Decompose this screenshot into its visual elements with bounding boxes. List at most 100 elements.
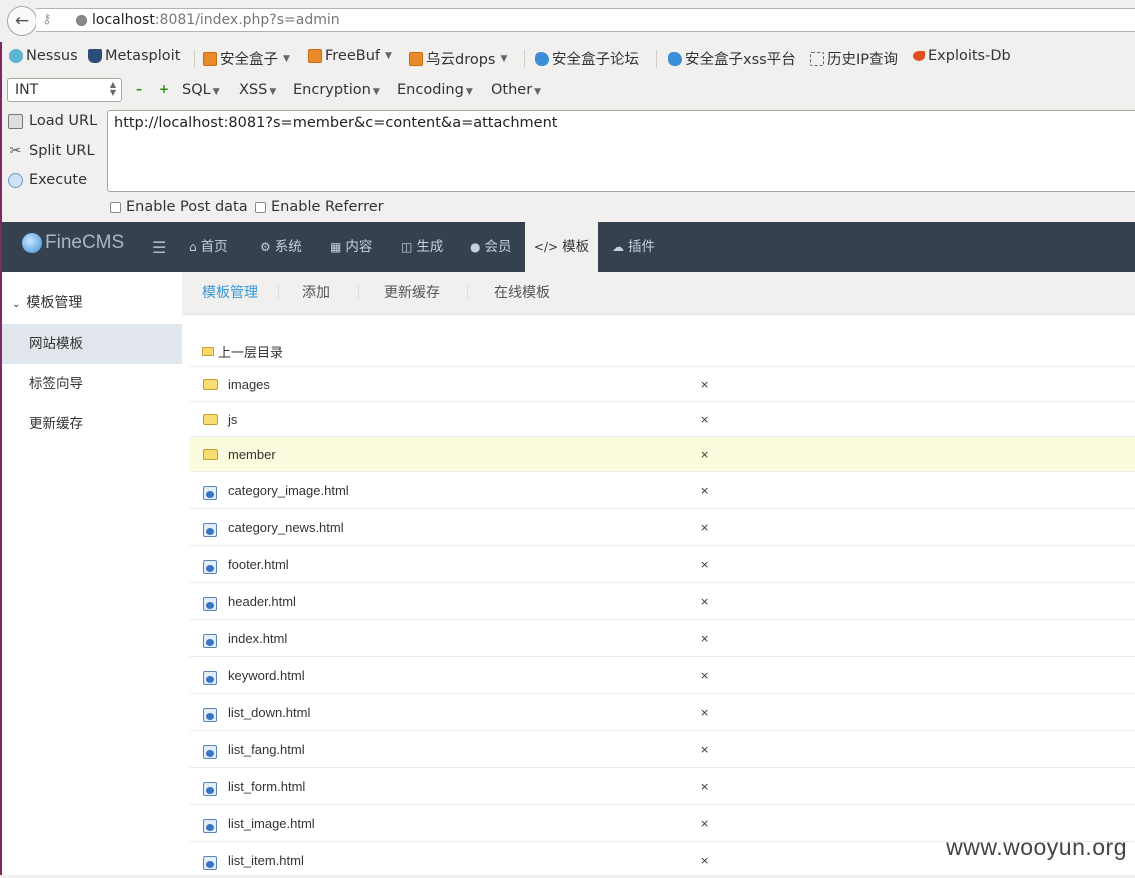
nav-template[interactable]: </> 模板 [525, 222, 598, 272]
tab-update-cache[interactable]: 更新缓存 [384, 282, 440, 302]
delete-icon[interactable]: × [700, 854, 709, 867]
delete-icon[interactable]: × [700, 595, 709, 608]
sidebar-item-site-templates[interactable]: 网站模板 [2, 324, 182, 364]
split-url-button[interactable]: ✂ Split URL [8, 143, 95, 159]
dropdown-caret-icon: ▼ [465, 87, 473, 97]
file-row[interactable]: footer.html × [190, 545, 1135, 582]
enable-post-checkbox[interactable]: Enable Post data [110, 199, 248, 215]
tab-separator [278, 284, 279, 300]
watermark: www.wooyun.org [946, 834, 1127, 860]
folder-row[interactable]: js × [190, 401, 1135, 436]
nav-home[interactable]: ⌂ 首页 [189, 222, 228, 272]
encoding-menu[interactable]: Encoding ▼ [397, 82, 473, 98]
file-name[interactable]: index.html [228, 631, 287, 646]
bookmark-freebuf[interactable]: FreeBuf ▼ [308, 48, 392, 64]
file-name[interactable]: category_image.html [228, 483, 349, 498]
execute-button[interactable]: Execute [8, 172, 87, 188]
delete-icon[interactable]: × [700, 378, 709, 391]
folder-name[interactable]: member [228, 447, 276, 462]
sidebar-item-tag-wizard[interactable]: 标签向导 [2, 364, 182, 404]
other-menu[interactable]: Other ▼ [491, 82, 541, 98]
delete-icon[interactable]: × [700, 632, 709, 645]
file-name[interactable]: header.html [228, 594, 296, 609]
folder-name[interactable]: js [228, 412, 237, 427]
delete-icon[interactable]: × [700, 484, 709, 497]
encryption-menu[interactable]: Encryption ▼ [293, 82, 380, 98]
file-name[interactable]: list_down.html [228, 705, 310, 720]
bookmark-exploits-db[interactable]: Exploits-Db [913, 48, 1011, 64]
checkbox-box[interactable] [110, 201, 121, 213]
sql-menu[interactable]: SQL ▼ [182, 82, 220, 98]
file-name[interactable]: list_form.html [228, 779, 305, 794]
tab-add[interactable]: 添加 [302, 282, 330, 302]
cms-header: FineCMS ☰ ⌂ 首页 ⚙ 系统 ▦ 内容 ◫ 生成 ● 会员 </> 模板 ☁ 插件 [2, 222, 1135, 272]
delete-icon[interactable]: × [700, 743, 709, 756]
delete-icon[interactable]: × [700, 558, 709, 571]
delete-icon[interactable]: × [700, 521, 709, 534]
load-url-button[interactable]: Load URL [8, 113, 97, 129]
delete-icon[interactable]: × [700, 448, 709, 461]
html-file-icon [203, 782, 217, 796]
browser-url-row: ← ⚷ localhost:8081/index.php?s=admin [0, 0, 1135, 42]
file-name[interactable]: keyword.html [228, 668, 305, 683]
bookmark-xss-platform[interactable]: 安全盒子xss平台 [668, 48, 796, 69]
finecms-logo[interactable]: FineCMS [22, 232, 124, 254]
delete-icon[interactable]: × [700, 413, 709, 426]
file-name[interactable]: category_news.html [228, 520, 344, 535]
file-row[interactable]: index.html × [190, 619, 1135, 656]
home-icon: ⌂ [189, 240, 197, 254]
dropdown-caret-icon: ▼ [269, 87, 277, 97]
xss-menu[interactable]: XSS ▼ [239, 82, 276, 98]
file-row[interactable]: header.html × [190, 582, 1135, 619]
delete-icon[interactable]: × [700, 669, 709, 682]
bookmark-anquanhezi[interactable]: 安全盒子 ▼ [203, 48, 290, 69]
sidebar-item-update-cache[interactable]: 更新缓存 [2, 404, 182, 444]
type-select[interactable]: INT ▲ ▼ [7, 78, 122, 102]
decrease-icon[interactable]: – [136, 83, 145, 95]
bookmark-ip-history[interactable]: 历史IP查询 [810, 48, 898, 69]
enable-referrer-checkbox[interactable]: Enable Referrer [255, 199, 384, 215]
rss-icon [409, 51, 423, 66]
file-row[interactable]: list_down.html × [190, 693, 1135, 730]
file-name[interactable]: footer.html [228, 557, 289, 572]
delete-icon[interactable]: × [700, 780, 709, 793]
bookmark-nessus[interactable]: Nessus [9, 48, 78, 64]
file-row[interactable]: category_image.html × [190, 471, 1135, 508]
rss-icon [308, 49, 322, 63]
nav-member[interactable]: ● 会员 [470, 222, 511, 272]
nav-generate[interactable]: ◫ 生成 [401, 222, 443, 272]
increase-icon[interactable]: + [159, 83, 169, 95]
delete-icon[interactable]: × [700, 817, 709, 830]
bookmark-anquanhezi-forum[interactable]: 安全盒子论坛 [535, 48, 639, 69]
delete-icon[interactable]: × [700, 706, 709, 719]
file-name[interactable]: list_fang.html [228, 742, 305, 757]
bookmark-wooyun-drops[interactable]: 乌云drops ▼ [409, 48, 507, 69]
tab-online-templates[interactable]: 在线模板 [494, 282, 550, 302]
file-row[interactable]: list_fang.html × [190, 730, 1135, 767]
nav-content[interactable]: ▦ 内容 [330, 222, 372, 272]
address-bar[interactable]: ⚷ localhost:8081/index.php?s=admin [36, 8, 1135, 32]
file-name[interactable]: list_image.html [228, 816, 315, 831]
tab-template-manage[interactable]: 模板管理 [202, 282, 258, 302]
checkbox-box[interactable] [255, 201, 266, 213]
folder-row[interactable]: member × [190, 436, 1135, 471]
sidebar-heading[interactable]: ⌄ 模板管理 [12, 292, 82, 312]
menu-toggle-icon[interactable]: ☰ [152, 238, 166, 257]
file-row[interactable]: keyword.html × [190, 656, 1135, 693]
gear-icon: ⚙ [260, 240, 271, 254]
nav-plugin[interactable]: ☁ 插件 [612, 222, 655, 272]
bookmark-metasploit[interactable]: Metasploit [88, 48, 180, 64]
dashed-box-icon [810, 51, 824, 66]
folder-row[interactable]: images × [190, 366, 1135, 401]
hackbar-url-textarea[interactable]: http://localhost:8081?s=member&c=content… [107, 110, 1135, 192]
nav-system[interactable]: ⚙ 系统 [260, 222, 302, 272]
site-identity-icon[interactable] [76, 15, 87, 26]
file-row[interactable]: category_news.html × [190, 508, 1135, 545]
file-name[interactable]: list_item.html [228, 853, 304, 868]
parent-directory-link[interactable]: 上一层目录 [202, 342, 283, 361]
folder-icon [203, 449, 218, 460]
file-row[interactable]: list_form.html × [190, 767, 1135, 804]
hackbar-toolbar: INT ▲ ▼ – + SQL ▼ XSS ▼ Encryption ▼ Encodin… [0, 76, 1135, 106]
folder-name[interactable]: images [228, 377, 270, 392]
back-button[interactable]: ← [7, 6, 37, 36]
